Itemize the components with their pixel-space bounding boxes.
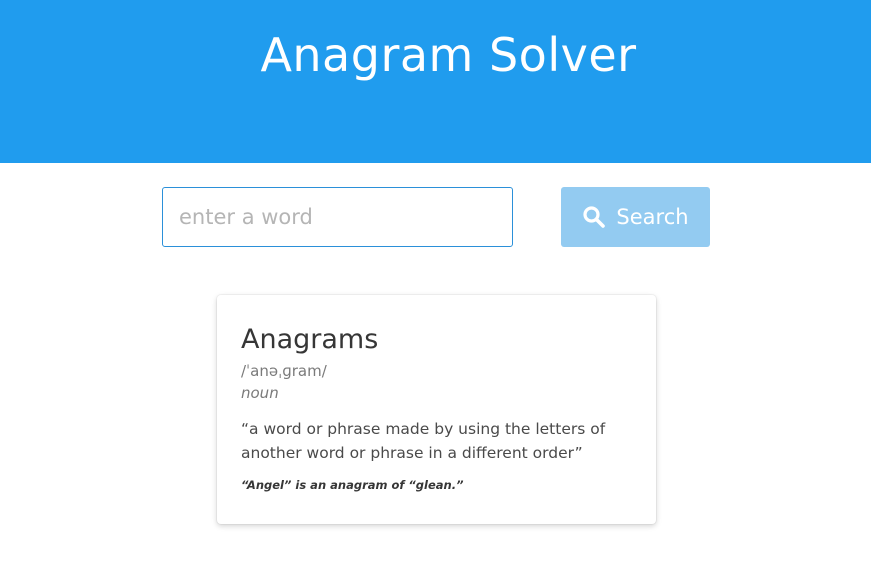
search-icon: [582, 205, 606, 229]
header-banner: Anagram Solver: [0, 0, 871, 163]
search-input[interactable]: [162, 187, 513, 247]
pronunciation: /ˈanəˌɡram/: [241, 362, 327, 380]
definition-card: Anagrams /ˈanəˌɡram/ noun “a word or phr…: [217, 295, 656, 524]
search-button-label: Search: [616, 205, 689, 229]
app-title: Anagram Solver: [260, 28, 637, 82]
definition-title: Anagrams: [241, 324, 379, 355]
definition-text: “a word or phrase made by using the lett…: [241, 420, 606, 462]
part-of-speech: noun: [241, 384, 279, 402]
example-text: “Angel” is an anagram of “glean.”: [241, 478, 464, 492]
search-button[interactable]: Search: [561, 187, 710, 247]
